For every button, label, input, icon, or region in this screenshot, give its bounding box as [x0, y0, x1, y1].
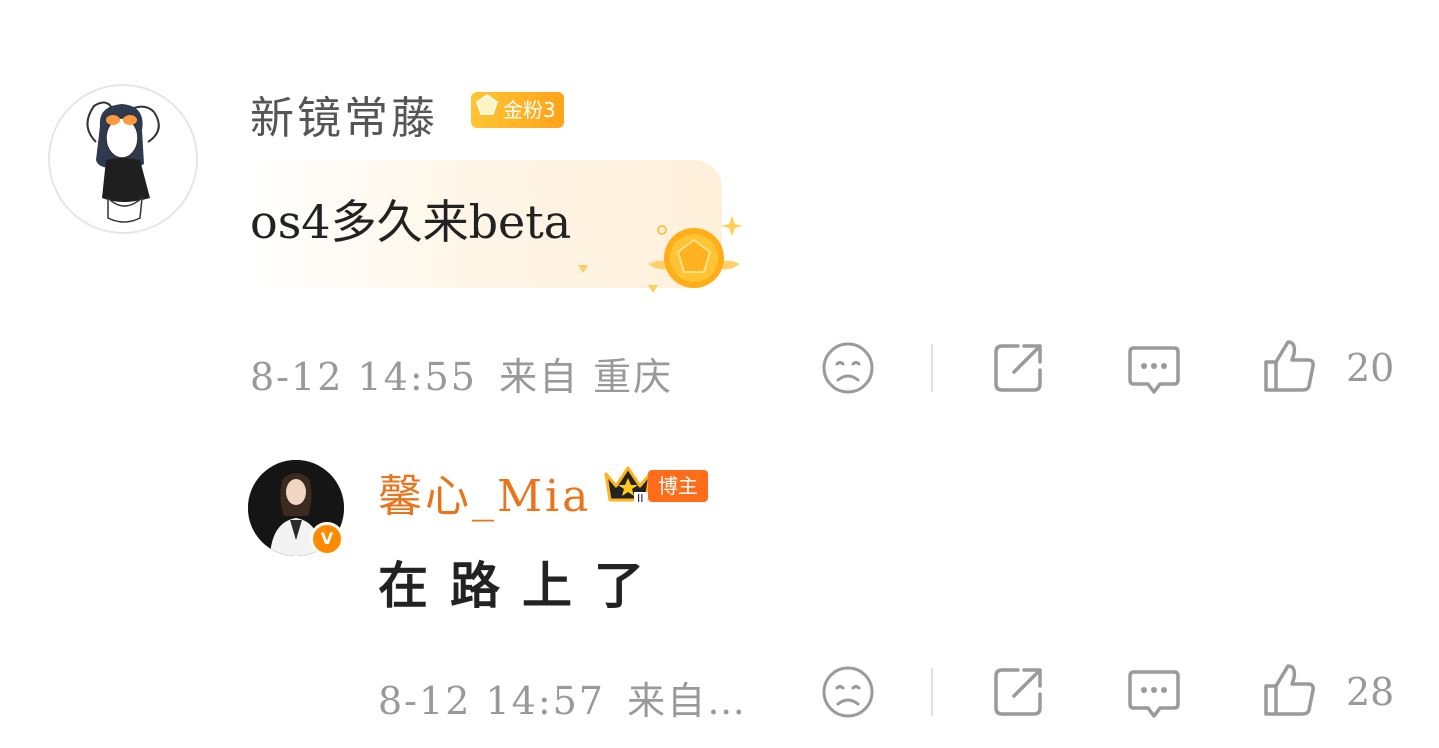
comment-icon[interactable] [1126, 666, 1182, 722]
divider [931, 668, 933, 716]
svg-text:II: II [637, 492, 644, 504]
blogger-label: 博主 [648, 470, 708, 502]
fan-level-badge[interactable]: 金粉3 [471, 92, 564, 128]
like-count: 20 [1346, 346, 1395, 390]
sad-face-icon[interactable] [820, 664, 876, 720]
comment-meta: 8-12 14:55 来自 重庆 [250, 346, 673, 401]
comment-icon[interactable] [1126, 342, 1182, 398]
comment-source: 来自 重庆 [499, 355, 674, 399]
reply-time: 14:57 [485, 679, 605, 723]
sad-face-icon[interactable] [820, 340, 876, 396]
reply-date: 8-12 [378, 679, 472, 723]
like-icon[interactable] [1262, 662, 1318, 718]
comment-date: 8-12 [250, 355, 344, 399]
avatar-illustration [86, 101, 160, 223]
comment-time: 14:55 [357, 355, 477, 399]
comment-username[interactable]: 新镜常藤 [250, 82, 438, 146]
reply-text: 在路上了 [378, 556, 666, 615]
share-icon[interactable] [990, 664, 1046, 720]
reply-source: 来自… [627, 679, 748, 723]
avatar[interactable] [48, 84, 198, 234]
blogger-badge[interactable]: II 博主 [602, 466, 708, 506]
reply-meta: 8-12 14:57 来自… [378, 670, 747, 725]
fan-level-label: 金粉3 [503, 98, 556, 122]
divider [931, 344, 933, 392]
reply-username[interactable]: 馨心_Mia [378, 460, 591, 524]
gem-icon [475, 92, 499, 128]
sparkle-icon [648, 280, 658, 293]
like-count: 28 [1346, 670, 1395, 714]
verified-badge: V [310, 522, 344, 556]
crown-icon: II [602, 464, 654, 508]
comment-text: os4多久来beta [250, 195, 572, 249]
like-icon[interactable] [1262, 338, 1318, 394]
share-icon[interactable] [990, 340, 1046, 396]
sparkle-icon [578, 260, 588, 273]
